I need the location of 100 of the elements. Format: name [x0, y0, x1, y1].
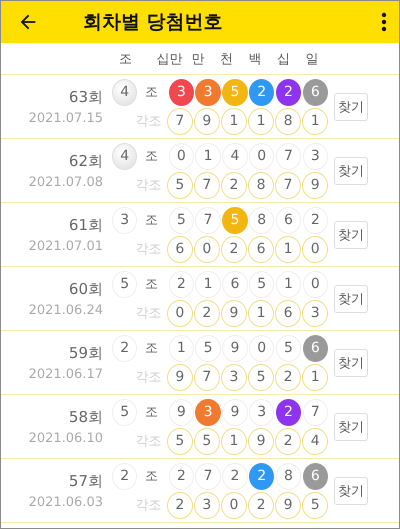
number-ball: 7 [302, 398, 328, 426]
number-ball: 2 [167, 492, 193, 518]
number-ball: 5 [167, 428, 193, 454]
number-ball: 1 [248, 300, 274, 326]
number-ball: 3 [221, 364, 247, 390]
draw-date: 2021.07.01 [28, 238, 103, 254]
number-ball: 6 [302, 462, 328, 490]
number-ball: 2 [222, 462, 248, 490]
find-button[interactable]: 찾기 [334, 284, 368, 312]
group-label: 조 [144, 340, 159, 357]
column-header: 십만 [155, 50, 184, 68]
number-ball: 1 [195, 270, 221, 298]
number-ball: 6 [302, 334, 328, 362]
group-ball: 3 [112, 206, 138, 234]
column-header: 조 [118, 50, 133, 68]
number-ball: 8 [275, 108, 301, 134]
number-ball: 2 [249, 462, 274, 490]
number-ball: 7 [194, 172, 220, 198]
find-button[interactable]: 찾기 [334, 476, 368, 504]
group-ball: 2 [112, 462, 138, 490]
number-ball: 4 [222, 142, 248, 170]
round-number: 63회 [68, 88, 103, 106]
find-button[interactable]: 찾기 [334, 92, 368, 120]
number-ball: 2 [194, 300, 220, 326]
number-ball: 1 [276, 270, 302, 298]
round-number: 59회 [68, 344, 103, 362]
number-ball: 5 [302, 492, 328, 518]
draw-date: 2021.06.24 [28, 302, 103, 318]
group-ball: 2 [112, 334, 138, 362]
number-ball: 3 [168, 78, 194, 106]
number-ball: 8 [248, 172, 274, 198]
number-ball: 9 [168, 398, 194, 426]
number-ball: 7 [195, 462, 221, 490]
number-ball: 6 [222, 270, 248, 298]
number-ball: 4 [302, 428, 328, 454]
number-ball: 1 [302, 364, 328, 390]
column-header: 만 [190, 50, 206, 68]
number-ball: 2 [249, 78, 274, 106]
number-ball: 1 [195, 142, 221, 170]
find-button[interactable]: 찾기 [334, 220, 368, 248]
column-header: 일 [304, 50, 320, 68]
group-label: 조 [144, 276, 159, 293]
number-ball: 6 [248, 236, 274, 262]
number-ball: 9 [222, 398, 248, 426]
number-ball: 8 [249, 206, 274, 234]
round-number: 60회 [68, 280, 103, 298]
find-button[interactable]: 찾기 [334, 156, 368, 184]
number-ball: 3 [195, 398, 221, 426]
number-ball: 5 [222, 206, 248, 234]
number-ball: 9 [222, 334, 248, 362]
number-ball: 2 [248, 492, 274, 518]
number-ball: 7 [167, 108, 193, 134]
number-ball: 5 [194, 428, 220, 454]
number-ball: 7 [195, 206, 221, 234]
find-button[interactable]: 찾기 [334, 348, 368, 376]
number-ball: 5 [248, 364, 274, 390]
more-menu-icon[interactable] [381, 12, 387, 32]
number-ball: 8 [276, 462, 302, 490]
number-ball: 9 [221, 300, 247, 326]
draw-date: 2021.07.15 [28, 110, 103, 126]
number-ball: 7 [275, 172, 301, 198]
number-ball: 6 [167, 236, 193, 262]
column-header: 백 [247, 50, 262, 68]
draw-date: 2021.06.10 [28, 430, 103, 446]
number-ball: 3 [249, 398, 274, 426]
draw-date: 2021.06.03 [28, 494, 103, 510]
number-ball: 9 [167, 364, 193, 390]
number-ball: 1 [275, 236, 301, 262]
number-ball: 5 [222, 78, 248, 106]
group-label: 조 [144, 148, 159, 165]
number-ball: 2 [275, 428, 301, 454]
number-ball: 0 [249, 334, 274, 362]
number-ball: 5 [168, 206, 194, 234]
number-ball: 0 [168, 142, 194, 170]
number-ball: 3 [302, 300, 328, 326]
group-ball: 4 [112, 142, 138, 170]
group-ball: 4 [112, 78, 138, 106]
number-ball: 2 [221, 236, 247, 262]
number-ball: 5 [167, 172, 193, 198]
round-number: 61회 [68, 216, 103, 234]
number-ball: 1 [221, 428, 247, 454]
column-header: 십 [276, 50, 291, 68]
number-ball: 2 [302, 206, 328, 234]
column-header: 천 [218, 50, 234, 68]
number-ball: 3 [195, 78, 221, 106]
number-ball: 0 [302, 236, 328, 262]
number-ball: 9 [194, 108, 220, 134]
group-label: 조 [144, 468, 159, 485]
number-ball: 0 [302, 270, 328, 298]
group-label: 조 [144, 84, 159, 101]
number-ball: 6 [302, 78, 328, 106]
find-button[interactable]: 찾기 [334, 412, 368, 440]
number-ball: 0 [167, 300, 193, 326]
number-ball: 5 [249, 270, 274, 298]
number-ball: 9 [275, 492, 301, 518]
number-ball: 5 [195, 334, 221, 362]
number-ball: 1 [302, 108, 328, 134]
group-label: 조 [144, 212, 159, 229]
round-number: 58회 [68, 408, 103, 426]
draw-date: 2021.06.17 [28, 366, 103, 382]
